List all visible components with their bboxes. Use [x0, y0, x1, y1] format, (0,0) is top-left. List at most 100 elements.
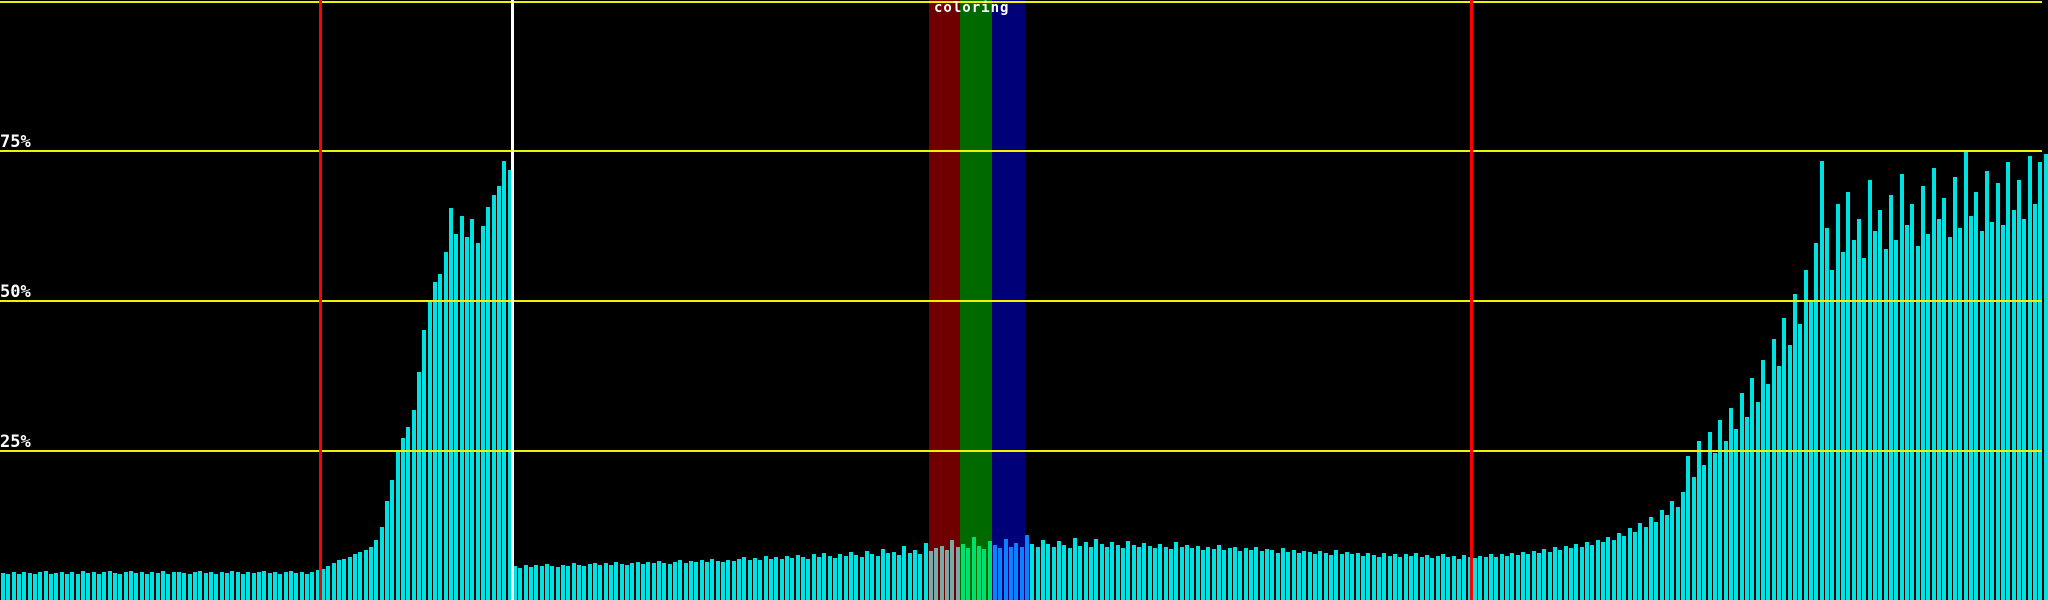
histogram-bar	[1158, 544, 1162, 600]
histogram-bar	[945, 550, 949, 600]
histogram-bar	[742, 557, 746, 600]
histogram-bar	[1478, 556, 1482, 600]
histogram-bar	[726, 560, 730, 600]
histogram-bar	[956, 547, 960, 600]
histogram-bar	[209, 572, 213, 600]
histogram-bar	[1633, 532, 1637, 600]
histogram-bar	[1174, 542, 1178, 600]
histogram-bar	[1644, 527, 1648, 600]
histogram-bar	[982, 549, 986, 600]
histogram-bar	[1569, 548, 1573, 600]
histogram-bar	[1350, 554, 1354, 600]
histogram-bar	[1574, 544, 1578, 600]
histogram-bar	[876, 556, 880, 600]
histogram-bar	[822, 553, 826, 600]
histogram-bar	[28, 573, 32, 600]
histogram-bar	[1804, 270, 1808, 600]
histogram-bar	[806, 559, 810, 600]
gridline-25	[0, 450, 2042, 452]
histogram-bar	[758, 560, 762, 600]
histogram-bar	[2022, 219, 2026, 600]
histogram-bar	[657, 561, 661, 600]
histogram-bar	[1057, 541, 1061, 600]
histogram-bar	[76, 574, 80, 600]
histogram-bar	[1548, 552, 1552, 600]
marker-white	[511, 0, 514, 600]
histogram-bar	[1761, 360, 1765, 600]
histogram-bar	[753, 558, 757, 600]
histogram-bar	[1409, 556, 1413, 600]
histogram-bar	[332, 563, 336, 600]
histogram-bar	[1297, 553, 1301, 600]
histogram-bar	[1985, 171, 1989, 600]
histogram-bar	[1169, 549, 1173, 600]
histogram-bar	[1148, 546, 1152, 600]
histogram-bar	[582, 566, 586, 600]
histogram-bar	[1894, 240, 1898, 600]
histogram-bar	[406, 427, 410, 600]
histogram-bar	[257, 572, 261, 600]
histogram-bar	[124, 572, 128, 600]
histogram-bar	[236, 572, 240, 600]
histogram-bar	[1217, 545, 1221, 600]
histogram-bar	[6, 574, 10, 600]
histogram-bar	[790, 558, 794, 600]
histogram-bar	[310, 572, 314, 600]
histogram-bar	[1324, 553, 1328, 600]
histogram-bar	[1292, 550, 1296, 600]
histogram-bar	[86, 573, 90, 600]
histogram-bar	[454, 234, 458, 600]
histogram-bar	[1505, 556, 1509, 600]
axis-label-75: 75%	[0, 132, 31, 152]
histogram-bar	[70, 572, 74, 600]
histogram-bar	[529, 567, 533, 600]
histogram-bar	[374, 540, 378, 600]
histogram-bar	[561, 565, 565, 600]
histogram-bar	[412, 410, 416, 600]
histogram-bar	[1921, 186, 1925, 600]
histogram-bar	[1222, 550, 1226, 600]
histogram-bar	[1078, 546, 1082, 600]
histogram-bar	[380, 527, 384, 600]
histogram-bar	[1766, 384, 1770, 600]
histogram-bar	[38, 572, 42, 600]
histogram-bar	[444, 252, 448, 600]
histogram-bar	[1500, 554, 1504, 600]
histogram-bar	[566, 566, 570, 600]
histogram-bar	[1734, 429, 1738, 600]
histogram-bar	[1750, 378, 1754, 600]
histogram-bar	[1980, 231, 1984, 600]
histogram-bar	[620, 564, 624, 600]
histogram-bar	[1265, 549, 1269, 600]
histogram-bar	[796, 555, 800, 600]
histogram-bar	[1665, 515, 1669, 600]
histogram-bar	[481, 226, 485, 600]
histogram-bar	[1041, 540, 1045, 600]
histogram-bar	[145, 574, 149, 600]
histogram-bar	[1308, 552, 1312, 600]
histogram-bar	[2044, 154, 2048, 600]
histogram-bar	[1260, 551, 1264, 600]
histogram-bar	[1873, 231, 1877, 600]
histogram-bar	[1958, 228, 1962, 600]
histogram-bar	[150, 572, 154, 600]
histogram-bar	[1638, 523, 1642, 600]
histogram-bar	[12, 572, 16, 600]
histogram-bar	[1724, 441, 1728, 600]
histogram-bar	[1996, 183, 2000, 600]
histogram-bar	[1942, 198, 1946, 600]
histogram-bar	[1729, 408, 1733, 600]
histogram-bar	[1004, 539, 1008, 600]
histogram-bar	[694, 562, 698, 600]
histogram-bar	[2028, 156, 2032, 600]
histogram-bar	[364, 550, 368, 600]
histogram-bar	[204, 573, 208, 600]
histogram-bar	[556, 567, 560, 600]
histogram-bar	[353, 554, 357, 600]
histogram-bar	[305, 574, 309, 600]
histogram-bar	[193, 572, 197, 600]
histogram-bar	[604, 563, 608, 600]
histogram-bar	[1878, 210, 1882, 600]
histogram-bar	[1100, 544, 1104, 600]
histogram-bar	[230, 571, 234, 600]
